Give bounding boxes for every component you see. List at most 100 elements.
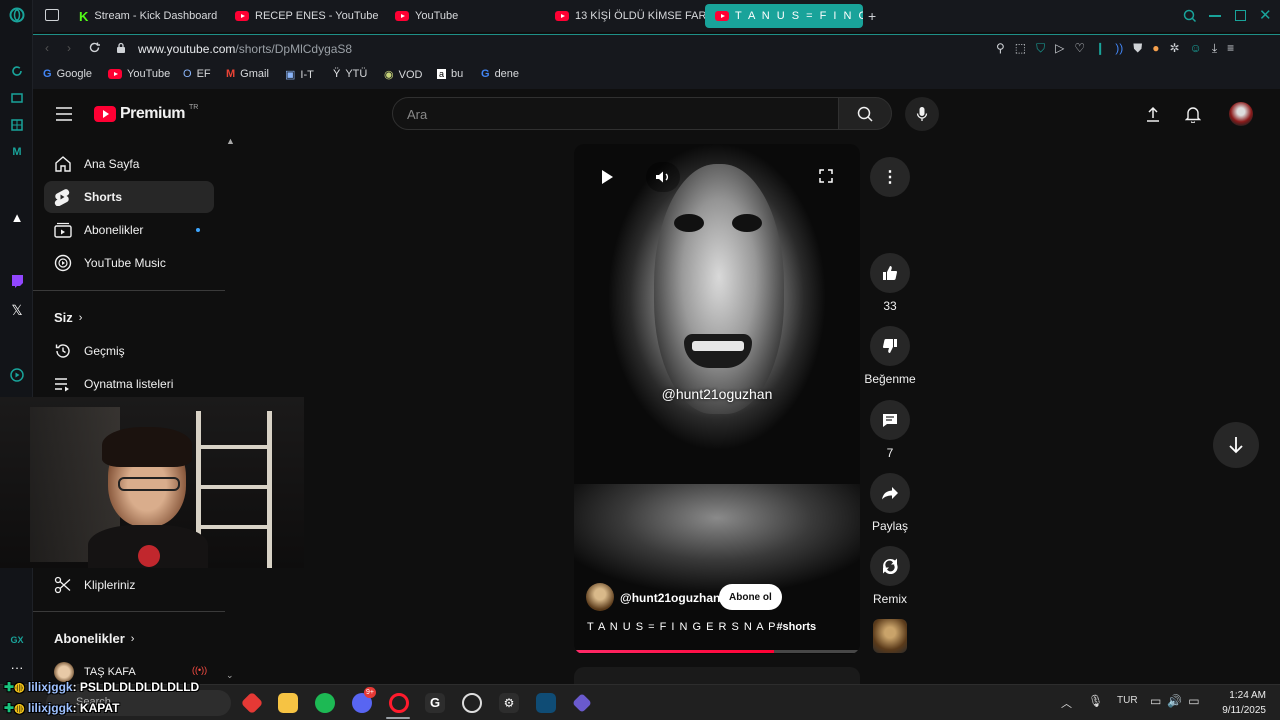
menu-icon[interactable]: ≡ (1227, 41, 1234, 56)
tab-tanus-active[interactable]: T A N U S = F I N G E R S (705, 4, 863, 28)
bookmark-youtube[interactable]: YouTube (108, 68, 170, 80)
share-button[interactable] (870, 473, 910, 513)
voice-search-button[interactable] (905, 97, 939, 131)
sidebar-scroll-down-icon[interactable]: ⌄ (226, 670, 234, 681)
profile-icon[interactable]: ☺ (1190, 41, 1202, 56)
heart-icon[interactable]: ♡ (1074, 41, 1085, 56)
youtube-premium-logo[interactable]: Premium TR (94, 104, 198, 123)
tab-islands-icon[interactable] (45, 9, 59, 21)
url-field[interactable]: www.youtube.com/shorts/DpMlCdygaS8 (138, 42, 352, 56)
extension-face-icon[interactable]: ● (1152, 41, 1159, 56)
lock-icon[interactable] (116, 42, 126, 53)
audio-app-icon[interactable] (536, 693, 556, 713)
search-input[interactable]: Ara (392, 97, 839, 130)
like-button[interactable] (870, 253, 910, 293)
sidebar-subscriptions-header[interactable]: Abonelikler › (54, 631, 134, 646)
twitch-icon[interactable] (8, 272, 26, 290)
refresh-panel-icon[interactable] (8, 62, 26, 80)
volume-button[interactable] (646, 162, 680, 192)
bookmark-ytu[interactable]: Ÿ YTÜ (333, 68, 367, 80)
opera-gx-icon[interactable] (389, 693, 409, 713)
file-explorer-icon[interactable] (278, 693, 298, 713)
pin-icon[interactable]: ⚲ (996, 41, 1005, 56)
tab-13-kisi[interactable]: 13 KİŞİ ÖLDÜ KİMSE FARK (545, 4, 707, 28)
aria-icon[interactable] (8, 89, 26, 107)
snapshot-icon[interactable]: ⬚ (1015, 41, 1026, 56)
comments-button[interactable] (870, 400, 910, 440)
clock[interactable]: 1:24 AM 9/11/2025 (1214, 688, 1266, 718)
puzzle-icon[interactable]: ✲ (1169, 41, 1179, 56)
play-button[interactable] (600, 169, 614, 185)
next-video-button[interactable] (1213, 422, 1259, 468)
download-icon[interactable]: ⤓ (1212, 41, 1217, 56)
app-red-icon[interactable] (240, 691, 264, 715)
sidebar-item-youtube-music[interactable]: YouTube Music (44, 247, 214, 279)
close-window-icon[interactable]: ✕ (1259, 6, 1272, 24)
play-icon[interactable]: ▷ (1055, 41, 1064, 56)
channel-name[interactable]: @hunt21oguzhan (620, 591, 720, 605)
bookmark-gmail[interactable]: M Gmail (226, 68, 269, 80)
search-button[interactable] (838, 97, 892, 130)
bookmark-ef[interactable]: O EF (183, 68, 211, 80)
language-indicator[interactable]: TUR (1117, 695, 1138, 706)
sidebar-item-history[interactable]: Geçmiş (44, 335, 214, 367)
notifications-bell-icon[interactable] (1185, 105, 1201, 123)
player-icon[interactable] (8, 366, 26, 384)
back-icon[interactable]: ‹ (45, 41, 49, 55)
bookmark-google[interactable]: G Google (43, 68, 92, 80)
x-icon[interactable]: 𝕏 (8, 301, 26, 319)
minimize-icon[interactable] (1209, 15, 1221, 17)
bookmark-it[interactable]: ▣ I-T (285, 68, 314, 82)
new-tab-icon[interactable]: + (868, 8, 876, 24)
upload-icon[interactable] (1146, 106, 1160, 122)
shield-icon[interactable]: ⛊ (1133, 41, 1142, 56)
progress-track[interactable] (574, 650, 860, 653)
vpn-icon[interactable]: ⛉ (1036, 41, 1045, 56)
spotify-icon[interactable] (315, 693, 335, 713)
bookmark-vod[interactable]: ◉ VOD (384, 68, 422, 82)
sound-thumbnail[interactable] (873, 619, 907, 653)
steam-icon[interactable]: ⚙ (499, 693, 519, 713)
workspace-icon[interactable] (8, 116, 26, 134)
opera-logo-icon[interactable] (8, 6, 26, 24)
more-options-button[interactable]: ⋮ (870, 157, 910, 197)
fullscreen-button[interactable] (819, 169, 833, 183)
audio-icon[interactable]: ❙ (1095, 41, 1105, 56)
bookmark-dene[interactable]: Gdene (481, 68, 519, 80)
app-diamond-icon[interactable] (572, 693, 592, 713)
logitech-icon[interactable]: G (425, 693, 445, 713)
tab-youtube[interactable]: YouTube (385, 4, 468, 28)
sidebar-item-subscriptions[interactable]: Abonelikler (44, 214, 214, 246)
hamburger-menu-icon[interactable] (55, 107, 73, 121)
sidebar-item-home[interactable]: Ana Sayfa (44, 148, 214, 180)
tray-chevron-up-icon[interactable]: ︿ (1061, 695, 1072, 711)
next-short-preview[interactable] (574, 667, 860, 684)
forward-icon[interactable]: › (67, 41, 71, 55)
tab-kick[interactable]: K Stream - Kick Dashboard (69, 4, 227, 28)
bookmark-bu[interactable]: a bu (437, 68, 463, 80)
sidebar-scroll-up-icon[interactable]: ▲ (226, 136, 235, 146)
subscribe-button[interactable]: Abone ol (719, 584, 782, 610)
remix-button[interactable] (870, 546, 910, 586)
wave-icon[interactable]: )) (1115, 41, 1123, 56)
sidebar-item-shorts[interactable]: Shorts (44, 181, 214, 213)
restore-icon[interactable] (1235, 10, 1246, 21)
tab-recep-enes[interactable]: RECEP ENES - YouTube (225, 4, 389, 28)
messenger-icon[interactable]: M (8, 143, 26, 161)
sidebar-item-playlists[interactable]: Oynatma listeleri (44, 368, 214, 400)
video-title[interactable]: T A N U S = F I N G E R S N A P#shorts (587, 621, 816, 633)
hashtag-link[interactable]: #shorts (776, 621, 816, 633)
chatgpt-icon[interactable]: ▲ (8, 208, 26, 226)
gx-icon[interactable]: GX (8, 631, 26, 649)
tray-icons[interactable]: ▭ 🔊 ▭ (1150, 694, 1200, 708)
more-icon[interactable]: ··· (8, 658, 26, 676)
channel-avatar[interactable] (586, 583, 614, 611)
microphone-tray-icon[interactable]: 🎙 (1088, 694, 1103, 708)
avatar[interactable] (1229, 102, 1253, 126)
dislike-button[interactable] (870, 326, 910, 366)
obs-icon[interactable] (462, 693, 482, 713)
sidebar-item-clips[interactable]: Klipleriniz (44, 569, 214, 601)
sidebar-you-header[interactable]: Siz › (54, 310, 82, 325)
reload-icon[interactable] (88, 41, 101, 54)
shorts-video-player[interactable]: @hunt21oguzhan @hunt21oguzhan Abone ol T… (574, 144, 860, 654)
